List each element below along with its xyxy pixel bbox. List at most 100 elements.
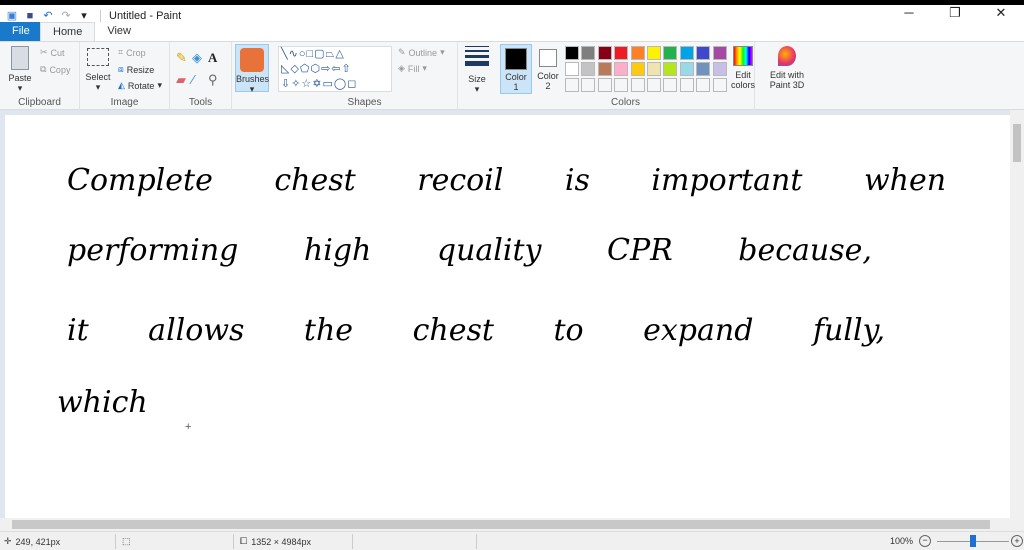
custom-color-slot[interactable] [647,78,661,92]
edit-colors-button[interactable]: Edit colors [729,46,757,90]
palette-swatch[interactable] [712,46,727,60]
palette-swatch[interactable] [647,46,661,60]
brushes-label: Brushes [236,74,270,84]
palette-swatch[interactable] [663,46,678,60]
paint-app-icon: ▣ [6,10,18,22]
clipboard-group: Paste ▾ ✂ Cut ⧉ Copy Clipboard [0,42,80,110]
resize-icon: ⧈ [118,64,124,74]
handwritten-line-3: it allows the chest to expand fully, [67,313,886,348]
custom-color-slot[interactable] [679,78,694,92]
palette-swatch[interactable] [647,62,661,76]
color1-number: 1 [513,82,519,92]
outline-label: Outline [408,47,438,58]
selection-size-icon: ⬚ [122,536,131,546]
custom-color-slot[interactable] [712,78,727,92]
color-picker-icon[interactable]: ⁄ [192,72,208,88]
spectrum-icon [733,46,753,66]
zoom-slider-thumb[interactable] [970,535,976,547]
custom-color-slot[interactable] [663,78,678,92]
cut-button[interactable]: ✂ Cut [40,47,65,58]
cursor-position: 249, 421px [15,536,61,547]
horizontal-scroll-thumb[interactable] [12,520,990,529]
handwritten-line-2: performing high quality CPR because, [67,233,872,268]
palette-swatch[interactable] [712,62,727,76]
palette-swatch[interactable] [614,62,629,76]
window-title: Untitled - Paint [100,10,181,22]
edit-with-paint3d-button[interactable]: Edit with Paint 3D [765,46,809,90]
resize-button[interactable]: ⧈ Resize [118,64,154,75]
copy-button[interactable]: ⧉ Copy [40,64,70,75]
tab-file[interactable]: File [0,22,40,41]
fill-bucket-icon[interactable]: ◈ [192,50,208,66]
text-icon[interactable]: A [208,50,224,66]
crosshair-cursor-icon: + [185,421,192,433]
quick-access-toolbar: ▣ ■ ↶ ↷ ▾ [0,10,90,22]
undo-icon[interactable]: ↶ [42,10,54,22]
palette-swatch[interactable] [597,46,612,60]
restore-button[interactable]: ❐ [932,5,978,21]
clipboard-label: Clipboard [18,97,61,108]
palette-swatch[interactable] [581,46,596,60]
custom-color-slot[interactable] [630,78,645,92]
custom-color-slot[interactable] [581,78,596,92]
color2-button[interactable]: Color 2 [534,44,562,91]
select-button[interactable]: Select ▾ [84,48,112,93]
color2-swatch [539,49,557,67]
outline-button[interactable]: ✎ Outline ▾ [398,47,445,58]
color2-label: Color [537,71,559,81]
color1-button[interactable]: Color 1 [500,44,532,94]
zoom-slider[interactable] [937,535,1009,547]
copy-label: Copy [49,64,71,75]
fill-icon: ◈ [398,63,405,73]
cut-label: Cut [50,47,65,58]
palette-swatch[interactable] [679,62,694,76]
paste-label: Paste [8,73,32,83]
eraser-icon[interactable]: ▰ [176,72,192,88]
palette-swatch[interactable] [679,46,694,60]
brushes-button[interactable]: Brushes ▾ [235,44,270,94]
brush-icon [240,48,264,72]
palette-swatch[interactable] [614,46,629,60]
palette-swatch[interactable] [663,62,678,76]
size-button[interactable]: Size ▾ [462,46,492,95]
tab-view[interactable]: View [95,22,143,41]
vertical-scrollbar[interactable] [1010,110,1024,518]
custom-color-slot[interactable] [565,78,579,92]
palette-swatch[interactable] [696,46,711,60]
crop-button[interactable]: ⌗ Crop [118,47,146,58]
redo-icon[interactable]: ↷ [60,10,72,22]
vertical-scroll-thumb[interactable] [1013,124,1021,162]
tab-home[interactable]: Home [40,22,96,41]
palette-swatch[interactable] [630,46,645,60]
palette-swatch[interactable] [630,62,645,76]
customize-dropdown-icon[interactable]: ▾ [78,10,90,22]
palette-swatch[interactable] [696,62,711,76]
handwritten-line-1: Complete chest recoil is important when [67,163,947,198]
magnifier-icon[interactable]: ⚲ [208,72,224,88]
save-icon[interactable]: ■ [24,10,36,22]
drawing-canvas[interactable]: Complete chest recoil is important when … [5,115,1010,518]
rotate-label: Rotate [127,80,155,91]
paint3d-label: Edit with Paint 3D [769,70,805,90]
palette-swatch[interactable] [581,62,596,76]
close-button[interactable]: ✕ [978,5,1024,21]
shapes-label: Shapes [347,97,382,108]
image-group: Select ▾ ⌗ Crop ⧈ Resize ◭ Rotate ▾ Image [80,42,170,110]
palette-swatch[interactable] [565,46,579,60]
pencil-icon[interactable]: ✎ [176,50,192,66]
rotate-button[interactable]: ◭ Rotate ▾ [118,80,162,91]
canvas-size: 1352 × 4984px [251,536,312,547]
custom-color-slot[interactable] [614,78,629,92]
custom-color-slot[interactable] [597,78,612,92]
palette-swatch[interactable] [597,62,612,76]
custom-color-slot[interactable] [696,78,711,92]
zoom-in-button[interactable]: + [1011,535,1023,547]
fill-button[interactable]: ◈ Fill ▾ [398,63,427,74]
zoom-out-button[interactable]: − [919,535,931,547]
shapes-group: ╲∿○□▢⏢△ ◺◇⬠⬡⇨⇦⇧ ⇩✧☆✡▭◯◻ ✎ Outline ▾ ◈ Fill ▾ S… [272,42,458,110]
horizontal-scrollbar[interactable] [0,518,1024,531]
paste-button[interactable]: Paste ▾ [6,46,34,94]
shapes-gallery[interactable]: ╲∿○□▢⏢△ ◺◇⬠⬡⇨⇦⇧ ⇩✧☆✡▭◯◻ [278,46,392,92]
minimize-button[interactable]: ─ [886,5,932,21]
palette-swatch[interactable] [565,62,579,76]
